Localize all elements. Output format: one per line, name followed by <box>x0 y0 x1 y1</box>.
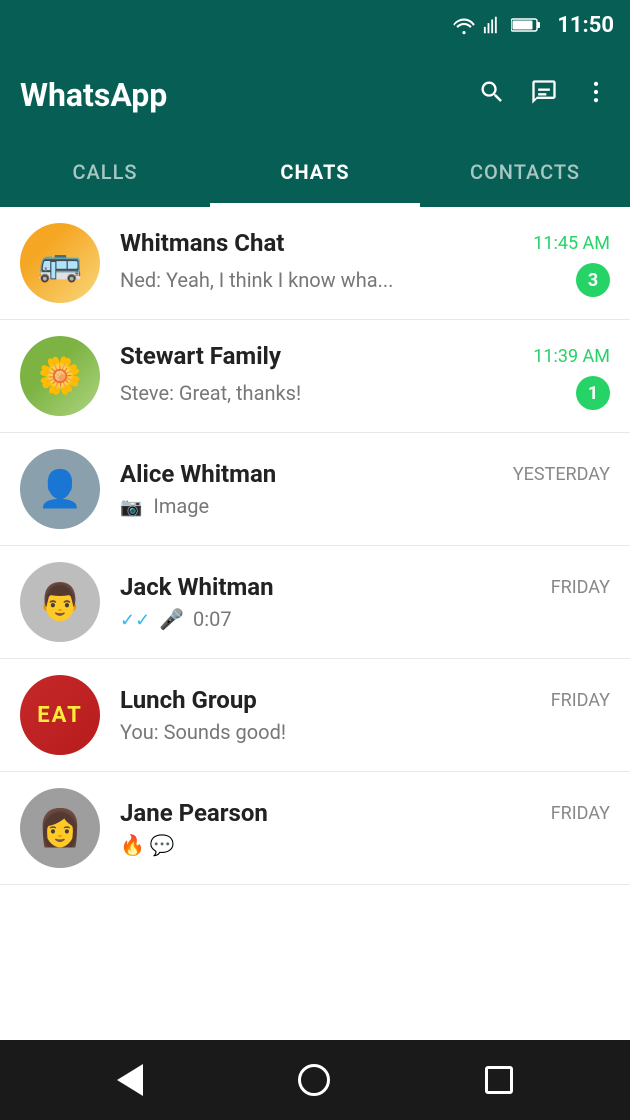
chat-header-lunch: Lunch Group FRIDAY <box>120 686 610 714</box>
unread-badge-stewart: 1 <box>576 376 610 410</box>
chat-list: Whitmans Chat 11:45 AM Ned: Yeah, I thin… <box>0 207 630 1040</box>
chat-preview-jack: ✓✓ 🎤 0:07 <box>120 607 610 631</box>
chat-preview-row-whitmans: Ned: Yeah, I think I know wha... 3 <box>120 263 610 297</box>
chat-header-jane: Jane Pearson FRIDAY <box>120 799 610 827</box>
status-time: 11:50 <box>557 13 614 38</box>
app-header: WhatsApp <box>0 50 630 140</box>
menu-icon[interactable] <box>582 78 610 113</box>
wifi-icon <box>451 15 477 35</box>
chat-time-stewart: 11:39 AM <box>533 346 610 367</box>
chat-item-jane[interactable]: Jane Pearson FRIDAY 🔥 💬 <box>0 772 630 885</box>
back-button[interactable] <box>117 1064 143 1096</box>
battery-icon <box>511 16 541 34</box>
chat-name-alice: Alice Whitman <box>120 460 276 488</box>
chat-name-whitmans: Whitmans Chat <box>120 229 284 257</box>
chat-preview-row-lunch: You: Sounds good! <box>120 720 610 744</box>
chat-item-alice[interactable]: Alice Whitman YESTERDAY 📷 Image <box>0 433 630 546</box>
chat-preview-row-jane: 🔥 💬 <box>120 833 610 857</box>
tab-chats[interactable]: CHATS <box>210 140 420 204</box>
new-chat-icon[interactable] <box>530 78 558 113</box>
home-button[interactable] <box>298 1064 330 1096</box>
chat-item-stewart[interactable]: Stewart Family 11:39 AM Steve: Great, th… <box>0 320 630 433</box>
chat-time-jack: FRIDAY <box>551 577 610 598</box>
chat-item-jack[interactable]: Jack Whitman FRIDAY ✓✓ 🎤 0:07 <box>0 546 630 659</box>
unread-badge-whitmans: 3 <box>576 263 610 297</box>
header-actions <box>478 78 610 113</box>
chat-content-lunch: Lunch Group FRIDAY You: Sounds good! <box>120 686 610 744</box>
chat-item-whitmans[interactable]: Whitmans Chat 11:45 AM Ned: Yeah, I thin… <box>0 207 630 320</box>
chat-preview-whitmans: Ned: Yeah, I think I know wha... <box>120 268 568 292</box>
chat-name-jack: Jack Whitman <box>120 573 274 601</box>
navigation-bar <box>0 1040 630 1120</box>
signal-icon <box>483 15 505 35</box>
chat-preview-row-stewart: Steve: Great, thanks! 1 <box>120 376 610 410</box>
avatar-lunch <box>20 675 100 755</box>
chat-preview-alice: 📷 Image <box>120 494 610 518</box>
double-check-icon: ✓✓ <box>120 610 150 631</box>
chat-time-lunch: FRIDAY <box>551 690 610 711</box>
avatar-jane <box>20 788 100 868</box>
chat-preview-lunch: You: Sounds good! <box>120 720 610 744</box>
avatar-whitmans <box>20 223 100 303</box>
avatar-stewart <box>20 336 100 416</box>
mic-icon: 🎤 <box>159 607 184 631</box>
chat-content-alice: Alice Whitman YESTERDAY 📷 Image <box>120 460 610 518</box>
chat-item-lunch[interactable]: Lunch Group FRIDAY You: Sounds good! <box>0 659 630 772</box>
chat-name-stewart: Stewart Family <box>120 342 281 370</box>
status-bar: 11:50 <box>0 0 630 50</box>
chat-time-jane: FRIDAY <box>551 803 610 824</box>
camera-icon: 📷 <box>120 497 142 518</box>
chat-preview-jane: 🔥 💬 <box>120 833 610 857</box>
chat-time-alice: YESTERDAY <box>513 464 610 485</box>
chat-content-jane: Jane Pearson FRIDAY 🔥 💬 <box>120 799 610 857</box>
chat-header-whitmans: Whitmans Chat 11:45 AM <box>120 229 610 257</box>
chat-preview-stewart: Steve: Great, thanks! <box>120 381 568 405</box>
tab-bar: CALLS CHATS CONTACTS <box>0 140 630 207</box>
chat-name-lunch: Lunch Group <box>120 686 257 714</box>
tab-contacts[interactable]: CONTACTS <box>420 140 630 204</box>
chat-preview-row-alice: 📷 Image <box>120 494 610 518</box>
status-icons <box>451 15 541 35</box>
chat-content-whitmans: Whitmans Chat 11:45 AM Ned: Yeah, I thin… <box>120 229 610 297</box>
chat-content-stewart: Stewart Family 11:39 AM Steve: Great, th… <box>120 342 610 410</box>
chat-name-jane: Jane Pearson <box>120 799 268 827</box>
recent-button[interactable] <box>485 1066 513 1094</box>
chat-content-jack: Jack Whitman FRIDAY ✓✓ 🎤 0:07 <box>120 573 610 631</box>
app-title: WhatsApp <box>20 76 478 114</box>
chat-header-alice: Alice Whitman YESTERDAY <box>120 460 610 488</box>
search-icon[interactable] <box>478 78 506 113</box>
tab-calls[interactable]: CALLS <box>0 140 210 204</box>
chat-header-jack: Jack Whitman FRIDAY <box>120 573 610 601</box>
avatar-jack <box>20 562 100 642</box>
avatar-alice <box>20 449 100 529</box>
chat-time-whitmans: 11:45 AM <box>533 233 610 254</box>
chat-header-stewart: Stewart Family 11:39 AM <box>120 342 610 370</box>
chat-preview-row-jack: ✓✓ 🎤 0:07 <box>120 607 610 631</box>
